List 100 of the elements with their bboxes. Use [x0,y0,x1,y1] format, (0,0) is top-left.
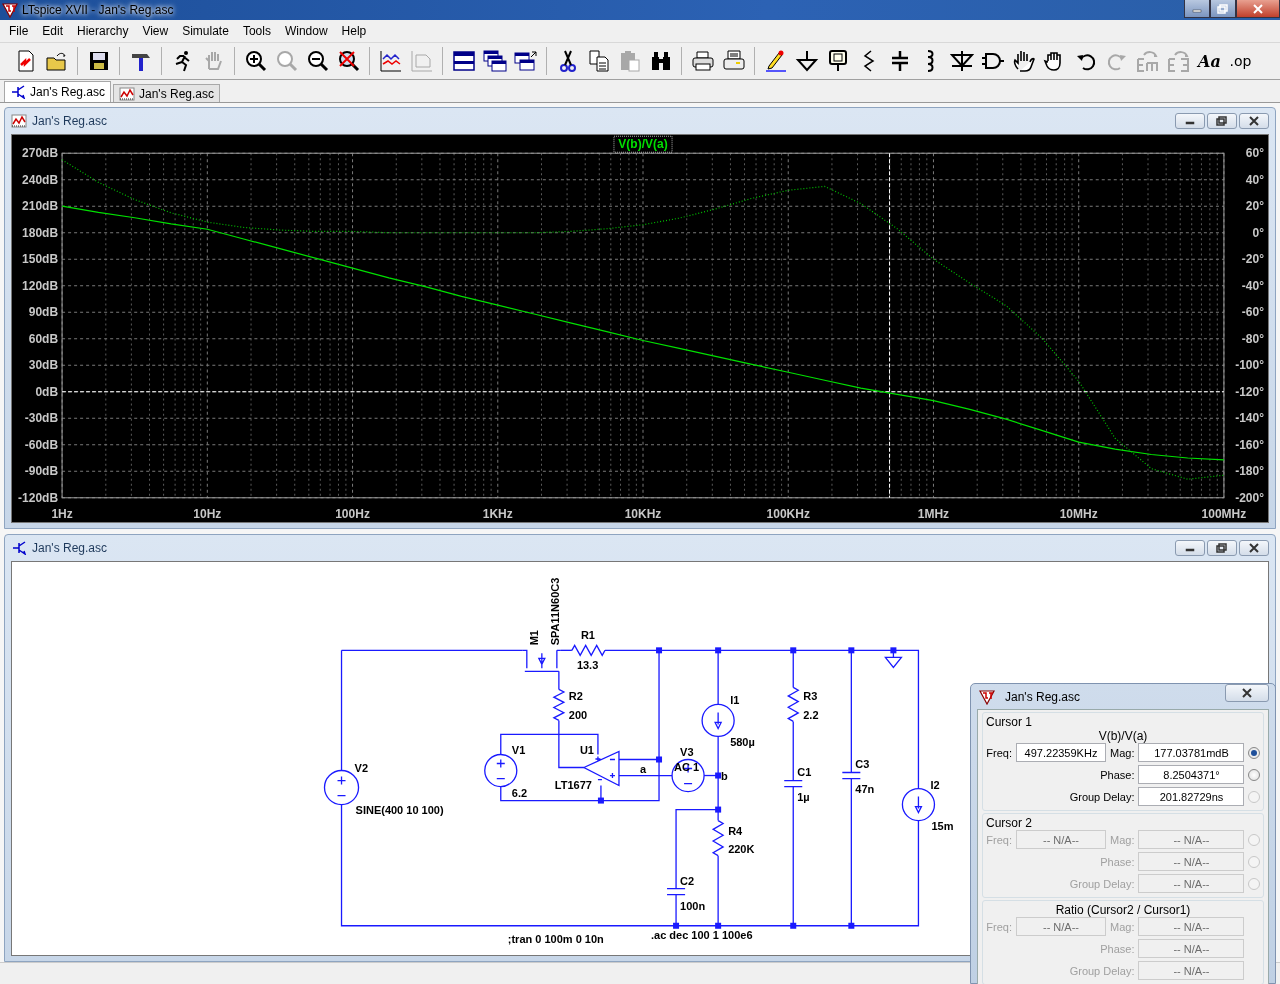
axis-tick-label: 100KHz [766,506,810,521]
group-title: Cursor 2 [986,816,1032,830]
axis-tick-label: 60° [1245,146,1264,161]
value-field[interactable]: 497.22359KHz [1016,743,1106,762]
restore-button[interactable] [1207,113,1237,129]
field-label: Group Delay: [1068,877,1135,890]
capacitor-symbol[interactable] [783,779,803,788]
menu-item[interactable]: Simulate [175,24,236,38]
component-value: 2.2 [803,709,819,722]
group-title: Cursor 1 [986,715,1032,729]
component-value: 6.2 [511,786,528,799]
field-label: Freq: [986,746,1012,759]
axis-tick-label: 40° [1245,172,1264,187]
field-label: Group Delay: [1068,964,1135,977]
axis-tick-label: -140° [1235,411,1264,426]
trace-label[interactable]: V(b)/V(a) [613,135,673,153]
cascaded-windows-icon[interactable] [481,47,508,75]
axis-tick-label: 30dB [28,358,59,373]
cursor-line[interactable] [61,391,1225,393]
close-button[interactable] [1239,540,1269,556]
close-button[interactable] [1239,113,1269,129]
component-value: SINE(400 10 100) [355,803,444,816]
capacitor-symbol[interactable] [841,771,861,780]
current-source-symbol[interactable] [901,787,936,822]
current-source-symbol[interactable] [701,703,735,738]
menu-item[interactable]: File [2,24,36,38]
waveform-icon [11,114,27,128]
resistor-symbol[interactable] [786,686,800,723]
resistor-symbol[interactable] [552,688,566,722]
close-icon [1252,3,1264,14]
document-tab[interactable]: Jan's Reg.asc [113,84,220,102]
net-label: b [721,769,728,782]
spice-directive-button[interactable]: .op [1227,47,1254,75]
resistor-symbol[interactable] [571,643,606,657]
voltage-source-symbol[interactable] [671,758,705,793]
field-label: Freq: [986,920,1012,933]
menu-item[interactable]: Tools [235,24,278,38]
menu-item[interactable]: View [135,24,176,38]
mosfet-symbol[interactable] [522,649,562,672]
radio-button[interactable] [1248,768,1261,781]
component-value: 220K [728,842,755,855]
axis-tick-label: -160° [1235,437,1264,452]
voltage-source-symbol[interactable] [484,753,518,788]
axis-tick-label: -60dB [24,437,59,452]
minimize-button[interactable] [1175,113,1205,129]
menu-item[interactable]: Hierarchy [70,24,136,38]
axis-tick-label: 100Hz [335,506,370,521]
axis-tick-label: 150dB [22,252,59,267]
axis-tick-label: 1KHz [482,506,513,521]
value-field[interactable]: 8.2504371° [1138,765,1245,784]
value-field[interactable]: 201.82729ns [1138,787,1245,806]
minimize-button[interactable] [1175,540,1205,556]
capacitor-symbol[interactable] [666,888,686,896]
spice-directive: ;tran 0 100m 0 10n [507,932,604,945]
axis-tick-label: 10MHz [1059,506,1098,521]
component-label: R4 [728,824,743,837]
schematic-icon [11,541,27,555]
ground-symbol[interactable] [884,656,903,669]
menu-item[interactable]: Window [277,24,335,38]
component-label: R2 [568,690,583,703]
cursor-line[interactable] [889,152,891,499]
axis-tick-label: -60° [1241,305,1264,320]
close-icon [1241,688,1253,698]
field-label: Group Delay: [1068,790,1135,803]
axis-tick-label: -200° [1235,490,1264,505]
component-label: R1 [580,629,595,642]
radio-button[interactable] [1248,746,1261,759]
component-label: C3 [855,757,870,770]
menu-item[interactable]: Edit [35,24,71,38]
spice-directive: .ac dec 100 1 100e6 [651,928,753,941]
component-value: 1µ [797,790,810,803]
document-tab[interactable]: Jan's Reg.asc [4,81,111,102]
restore-icon [1216,543,1228,553]
trace-name: V(b)/V(a) [1097,729,1149,743]
value-field[interactable]: 177.03781mdB [1138,743,1245,762]
axis-tick-label: -90dB [24,464,59,479]
menu-item[interactable]: Help [334,24,374,38]
maximize-button[interactable] [1210,0,1236,18]
component-label: C1 [797,765,812,778]
field-label: Phase: [1099,855,1135,868]
restore-button[interactable] [1207,540,1237,556]
component-label: V2 [354,761,368,774]
restore-icon [1217,3,1229,14]
window-title: Jan's Reg.asc [32,541,108,555]
text-tool-button[interactable]: Aa [1196,47,1223,75]
axis-tick-label: 0dB [35,384,59,399]
axis-tick-label: -20° [1241,252,1264,267]
component-value: SPA11N60C3 [548,577,561,646]
minimize-button[interactable] [1184,0,1210,18]
axis-tick-label: -100° [1235,358,1264,373]
axis-tick-label: 120dB [22,278,59,293]
component-label: I1 [730,694,740,707]
close-button[interactable] [1225,684,1269,702]
axis-tick-label: -180° [1235,464,1264,479]
schematic-icon [10,85,26,99]
component-value: 47n [855,782,875,795]
resistor-symbol[interactable] [711,819,725,857]
dialog-title: Jan's Reg.asc [1005,689,1081,704]
field-label: Phase: [1099,942,1135,955]
close-button[interactable] [1236,0,1280,18]
